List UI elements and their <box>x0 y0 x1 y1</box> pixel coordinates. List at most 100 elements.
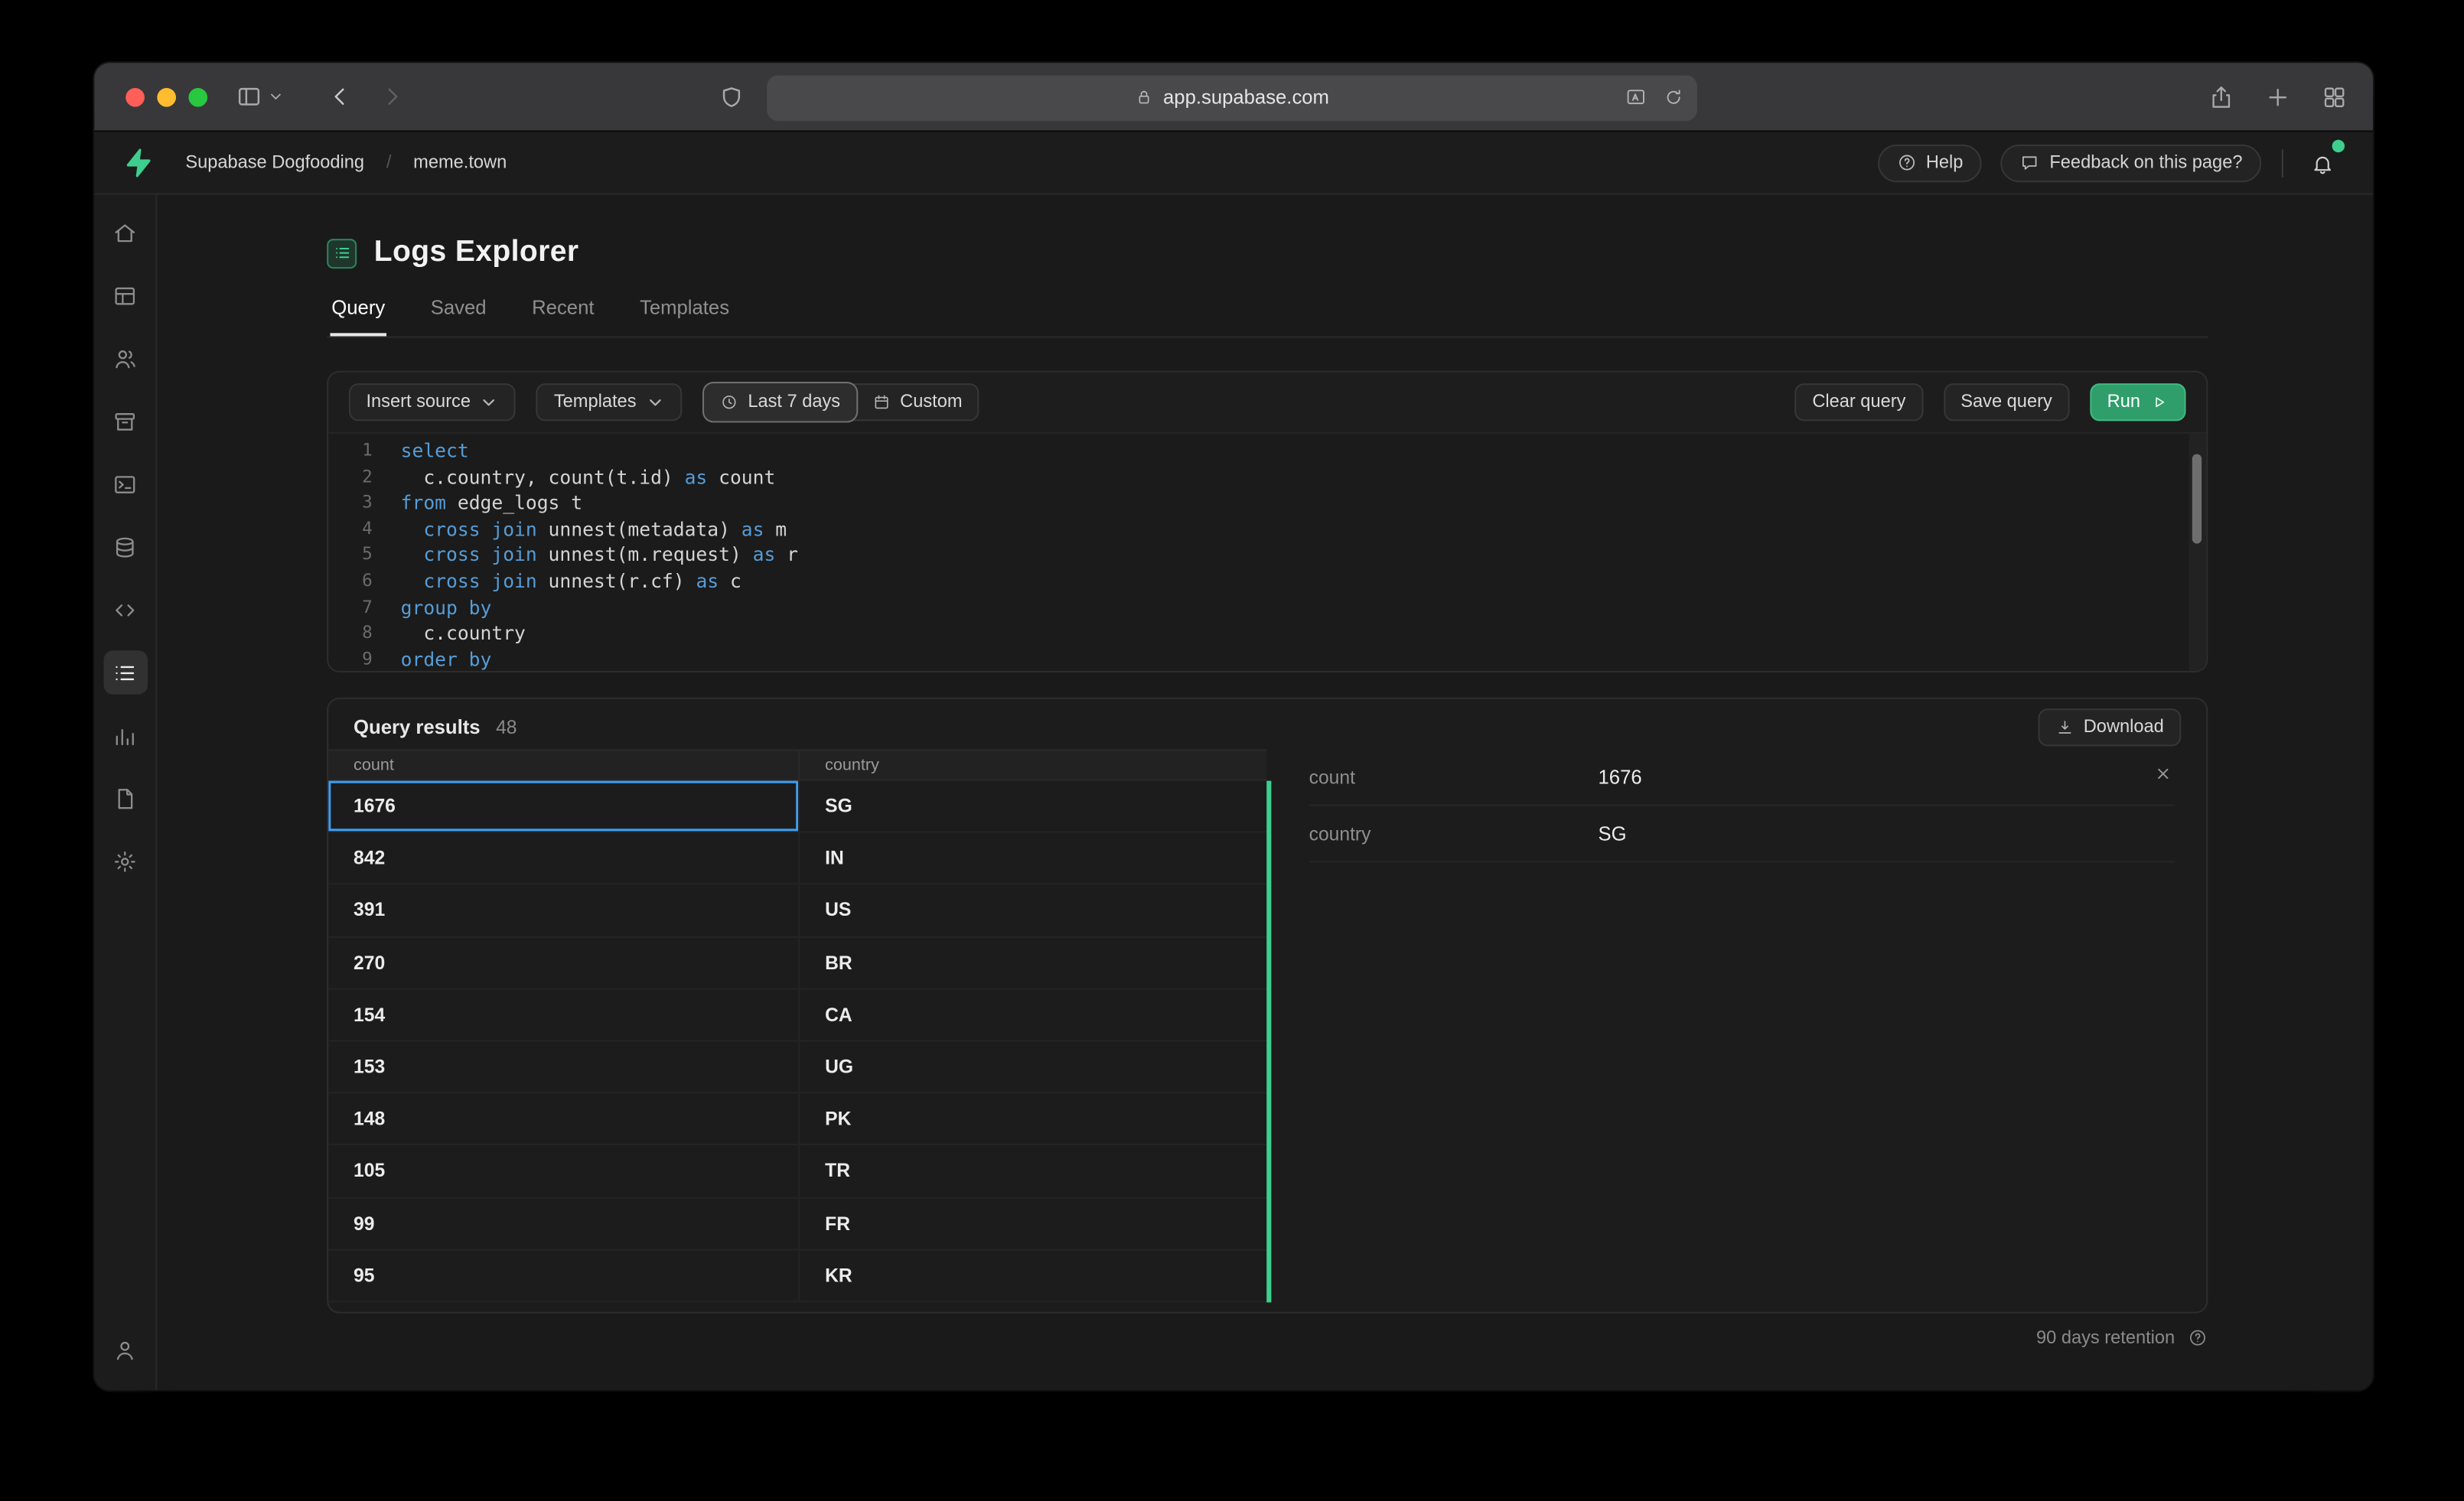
line-number: 3 <box>362 492 373 513</box>
breadcrumb-separator: / <box>386 153 392 172</box>
table-row: 148 PK <box>328 1093 1267 1146</box>
sidebar-item-docs[interactable] <box>103 776 148 820</box>
tab-overview-icon[interactable] <box>2321 83 2348 110</box>
code-line: 8 c.country <box>328 620 2206 646</box>
cell-count[interactable]: 154 <box>328 989 800 1040</box>
tab-templates[interactable]: Templates <box>638 297 731 336</box>
insert-source-dropdown[interactable]: Insert source <box>348 383 517 422</box>
logs-explorer-icon <box>112 659 139 685</box>
close-window-button[interactable] <box>125 86 145 106</box>
logs-explorer-icon <box>327 238 357 269</box>
forward-button[interactable] <box>379 83 406 110</box>
chevron-down-icon <box>649 399 661 406</box>
clock-icon <box>722 396 736 409</box>
cell-country[interactable]: TR <box>800 1146 1266 1197</box>
sidebar-item-home[interactable] <box>103 210 148 255</box>
query-editor-card: Insert source Templates Last 7 days Cust… <box>327 370 2208 672</box>
notifications-button[interactable] <box>2304 138 2345 181</box>
fullscreen-window-button[interactable] <box>188 86 208 106</box>
back-button[interactable] <box>327 83 354 110</box>
sidebar-toggle-icon[interactable] <box>236 83 262 110</box>
api-icon <box>112 596 139 623</box>
detail-field-value: SG <box>1598 822 1627 845</box>
sidebar-item-database[interactable] <box>103 525 148 569</box>
translate-icon[interactable] <box>1625 86 1647 109</box>
results-row-count: 48 <box>496 716 517 739</box>
cell-country[interactable]: BR <box>800 937 1266 988</box>
cell-country[interactable]: SG <box>800 781 1266 832</box>
detail-field: country SG <box>1309 806 2176 863</box>
minimize-window-button[interactable] <box>157 86 177 106</box>
feedback-button[interactable]: Feedback on this page? <box>2000 143 2262 182</box>
cell-country[interactable]: FR <box>800 1198 1266 1249</box>
supabase-logo-icon[interactable] <box>121 146 154 179</box>
sidebar-item-settings[interactable] <box>103 839 148 884</box>
line-number: 4 <box>362 518 373 539</box>
settings-icon <box>112 848 139 874</box>
reload-icon[interactable] <box>1663 86 1685 109</box>
browser-window: app.supabase.com Supabase Dogfooding / m… <box>94 63 2373 1391</box>
cell-count[interactable]: 153 <box>328 1041 800 1092</box>
cell-country[interactable]: UG <box>800 1041 1266 1092</box>
help-button[interactable]: Help <box>1877 143 1983 182</box>
code-text: cross join unnest(m.request) as r <box>423 544 799 567</box>
cell-count[interactable]: 99 <box>328 1197 800 1249</box>
templates-dropdown[interactable]: Templates <box>536 383 683 422</box>
breadcrumb-page[interactable]: meme.town <box>413 153 507 172</box>
column-header-country[interactable]: country <box>800 751 1266 780</box>
cell-count[interactable]: 148 <box>328 1093 800 1144</box>
tab-query[interactable]: Query <box>330 297 386 336</box>
column-header-count[interactable]: count <box>328 750 800 780</box>
code-line: 6 cross join unnest(r.cf) as c <box>328 568 2206 594</box>
retention-note: 90 days retention <box>327 1327 2208 1348</box>
cell-country[interactable]: US <box>800 885 1266 936</box>
close-icon[interactable] <box>2151 762 2175 786</box>
results-table-body: 1676 SG 842 IN 391 US 270 BR 154 CA 153 … <box>328 780 1267 1303</box>
notification-badge <box>2332 138 2345 152</box>
query-toolbar: Insert source Templates Last 7 days Cust… <box>328 373 2206 432</box>
clear-query-button[interactable]: Clear query <box>1794 383 1923 422</box>
breadcrumb-project[interactable]: Supabase Dogfooding <box>185 153 364 172</box>
cell-count[interactable]: 105 <box>328 1145 800 1197</box>
run-query-button[interactable]: Run <box>2090 383 2186 422</box>
docs-icon <box>112 785 139 812</box>
sidebar-item-storage[interactable] <box>103 399 148 444</box>
line-number: 6 <box>362 570 373 591</box>
privacy-shield-icon[interactable] <box>718 83 745 110</box>
table-row: 99 FR <box>328 1197 1267 1251</box>
cell-country[interactable]: IN <box>800 833 1266 884</box>
cell-count[interactable]: 842 <box>328 832 800 884</box>
cell-count[interactable]: 1676 <box>328 780 800 832</box>
table-header: count country <box>328 749 1267 781</box>
chevron-down-icon[interactable] <box>269 90 282 103</box>
sidebar-item-api[interactable] <box>103 588 148 632</box>
sql-editor[interactable]: 1 select 2 c.country, count(t.id) as cou… <box>328 431 2207 671</box>
new-tab-icon[interactable] <box>2264 83 2291 110</box>
last-7-days-button[interactable]: Last 7 days <box>703 383 856 422</box>
detail-field-label: country <box>1309 822 1371 845</box>
help-circle-icon[interactable] <box>2188 1327 2208 1348</box>
share-icon[interactable] <box>2208 83 2234 110</box>
cell-country[interactable]: KR <box>800 1250 1266 1301</box>
sidebar-item-authentication[interactable] <box>103 336 148 380</box>
cell-country[interactable]: CA <box>800 989 1266 1040</box>
sidebar-item-logs-explorer[interactable] <box>103 650 148 695</box>
code-text: c.country, count(t.id) as count <box>400 466 776 488</box>
results-title: Query results <box>354 716 481 739</box>
cell-count[interactable]: 270 <box>328 937 800 988</box>
tab-saved[interactable]: Saved <box>429 297 488 336</box>
editor-scrollbar-thumb[interactable] <box>2192 454 2202 544</box>
cell-count[interactable]: 391 <box>328 884 800 936</box>
sidebar-item-account[interactable] <box>103 1327 148 1372</box>
sidebar-item-sql-editor[interactable] <box>103 462 148 506</box>
sql-editor-lines: 1 select 2 c.country, count(t.id) as cou… <box>328 438 2206 671</box>
sidebar-item-reports[interactable] <box>103 713 148 757</box>
custom-range-button[interactable]: Custom <box>856 383 978 421</box>
download-button[interactable]: Download <box>2038 708 2182 747</box>
cell-count[interactable]: 95 <box>328 1250 800 1301</box>
url-bar[interactable]: app.supabase.com <box>767 74 1697 121</box>
cell-country[interactable]: PK <box>800 1094 1266 1144</box>
tab-recent[interactable]: Recent <box>530 297 595 336</box>
sidebar-item-table-editor[interactable] <box>103 273 148 317</box>
save-query-button[interactable]: Save query <box>1943 383 2070 422</box>
